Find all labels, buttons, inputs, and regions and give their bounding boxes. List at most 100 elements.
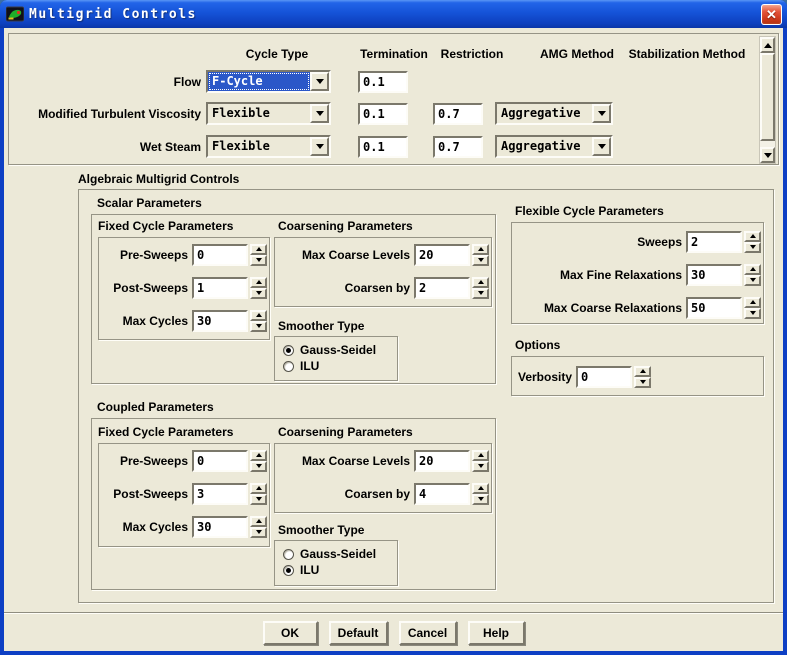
spinner-up-button[interactable] [250, 277, 267, 288]
chevron-down-icon[interactable] [592, 104, 611, 123]
coupled-smoother-gauss-seidel-radio[interactable]: Gauss-Seidel [275, 546, 397, 562]
field-row: Pre-Sweeps [99, 444, 269, 477]
scalar-max-cycles-spinner [250, 310, 267, 332]
wet-steam-termination-input[interactable] [358, 136, 408, 158]
field-row: Max Coarse Levels [275, 444, 491, 477]
mtv-amg-method-dropdown[interactable]: Aggregative [495, 102, 613, 125]
scroll-down-icon [764, 153, 772, 158]
scalar-max-coarse-levels-input[interactable] [414, 244, 470, 266]
title-bar[interactable]: Multigrid Controls ✕ [0, 0, 787, 28]
spinner-down-button[interactable] [250, 494, 267, 505]
scroll-up-button[interactable] [760, 37, 775, 53]
spinner-up-icon [478, 247, 484, 251]
spinner-up-button[interactable] [250, 450, 267, 461]
spinner-up-button[interactable] [744, 231, 761, 242]
spinner-down-button[interactable] [472, 255, 489, 266]
coupled-post-sweeps-label: Post-Sweeps [103, 487, 188, 501]
spinner-down-button[interactable] [250, 288, 267, 299]
spinner-down-button[interactable] [472, 461, 489, 472]
sweeps-input[interactable] [686, 231, 742, 253]
chevron-down-icon[interactable] [310, 72, 329, 91]
verbosity-label: Verbosity [518, 370, 572, 384]
coupled-smoother-ilu-radio[interactable]: ILU [275, 562, 397, 578]
ok-button[interactable]: OK [263, 621, 318, 645]
spinner-down-button[interactable] [250, 255, 267, 266]
spinner-down-icon [256, 258, 262, 262]
wet-steam-amg-method-dropdown[interactable]: Aggregative [495, 135, 613, 158]
spinner-down-button[interactable] [250, 527, 267, 538]
spinner-down-button[interactable] [250, 461, 267, 472]
help-button[interactable]: Help [468, 621, 525, 645]
default-button[interactable]: Default [329, 621, 388, 645]
flow-termination-input[interactable] [358, 71, 408, 93]
spinner-up-button[interactable] [250, 516, 267, 527]
spinner-down-icon [640, 380, 646, 384]
column-header-restriction: Restriction [441, 47, 504, 61]
wet-steam-cycle-type-dropdown[interactable]: Flexible [206, 135, 331, 158]
spinner-up-button[interactable] [634, 366, 651, 377]
max-fine-relaxations-input[interactable] [686, 264, 742, 286]
close-button[interactable]: ✕ [761, 4, 782, 25]
options-frame: Verbosity [511, 356, 764, 396]
verbosity-input[interactable] [576, 366, 632, 388]
mtv-cycle-type-dropdown[interactable]: Flexible [206, 102, 331, 125]
spinner-down-button[interactable] [634, 377, 651, 388]
chevron-down-icon[interactable] [592, 137, 611, 156]
scroll-thumb[interactable] [760, 53, 775, 141]
amg-section-frame: Scalar Parameters Fixed Cycle Parameters… [78, 189, 774, 603]
coupled-max-cycles-input[interactable] [192, 516, 248, 538]
spinner-up-button[interactable] [472, 244, 489, 255]
mtv-restriction-input[interactable] [433, 103, 483, 125]
flow-cycle-type-dropdown[interactable]: F-Cycle [206, 70, 331, 93]
column-header-termination: Termination [360, 47, 428, 61]
spinner-down-icon [478, 291, 484, 295]
coupled-post-sweeps-input[interactable] [192, 483, 248, 505]
spinner-up-button[interactable] [472, 450, 489, 461]
spinner-down-button[interactable] [250, 321, 267, 332]
chevron-down-icon[interactable] [310, 104, 329, 123]
spinner-up-button[interactable] [250, 244, 267, 255]
max-coarse-relaxations-input[interactable] [686, 297, 742, 319]
scalar-smoother-gauss-seidel-radio[interactable]: Gauss-Seidel [275, 342, 397, 358]
equation-row-flow: Flow F-Cycle [9, 70, 756, 94]
spinner-up-button[interactable] [744, 297, 761, 308]
field-row: Verbosity [518, 360, 763, 393]
spinner-down-button[interactable] [744, 308, 761, 319]
wet-steam-restriction-input[interactable] [433, 136, 483, 158]
spinner-up-button[interactable] [250, 483, 267, 494]
coupled-max-cycles-label: Max Cycles [103, 520, 188, 534]
coupled-max-coarse-levels-input[interactable] [414, 450, 470, 472]
coupled-fixed-frame: Pre-Sweeps Post-Sweeps Max Cycles [98, 443, 270, 547]
scalar-post-sweeps-input[interactable] [192, 277, 248, 299]
max-fine-relaxations-label: Max Fine Relaxations [516, 268, 682, 282]
spinner-up-button[interactable] [744, 264, 761, 275]
spinner-down-icon [256, 291, 262, 295]
spinner-down-button[interactable] [744, 275, 761, 286]
chevron-down-icon[interactable] [310, 137, 329, 156]
multigrid-controls-dialog: Multigrid Controls ✕ Cycle Type Terminat… [0, 0, 787, 655]
coupled-coarsen-by-input[interactable] [414, 483, 470, 505]
scalar-smoother-ilu-radio[interactable]: ILU [275, 358, 397, 374]
spinner-down-button[interactable] [744, 242, 761, 253]
scalar-pre-sweeps-input[interactable] [192, 244, 248, 266]
cancel-button[interactable]: Cancel [399, 621, 457, 645]
scalar-max-cycles-input[interactable] [192, 310, 248, 332]
spinner-up-icon [750, 267, 756, 271]
sweeps-spinner [744, 231, 761, 253]
radio-icon [283, 361, 294, 372]
spinner-down-button[interactable] [472, 288, 489, 299]
coupled-pre-sweeps-input[interactable] [192, 450, 248, 472]
scalar-coarsen-by-input[interactable] [414, 277, 470, 299]
spinner-down-icon [256, 530, 262, 534]
equations-scrollbar[interactable] [759, 36, 776, 164]
spinner-down-button[interactable] [472, 494, 489, 505]
scroll-down-button[interactable] [760, 147, 775, 163]
coupled-pre-sweeps-spinner [250, 450, 267, 472]
spinner-up-button[interactable] [472, 277, 489, 288]
spinner-up-icon [256, 280, 262, 284]
spinner-up-button[interactable] [472, 483, 489, 494]
mtv-termination-input[interactable] [358, 103, 408, 125]
spinner-up-button[interactable] [250, 310, 267, 321]
field-row: Sweeps [512, 225, 763, 258]
dropdown-value: Aggregative [497, 104, 592, 123]
